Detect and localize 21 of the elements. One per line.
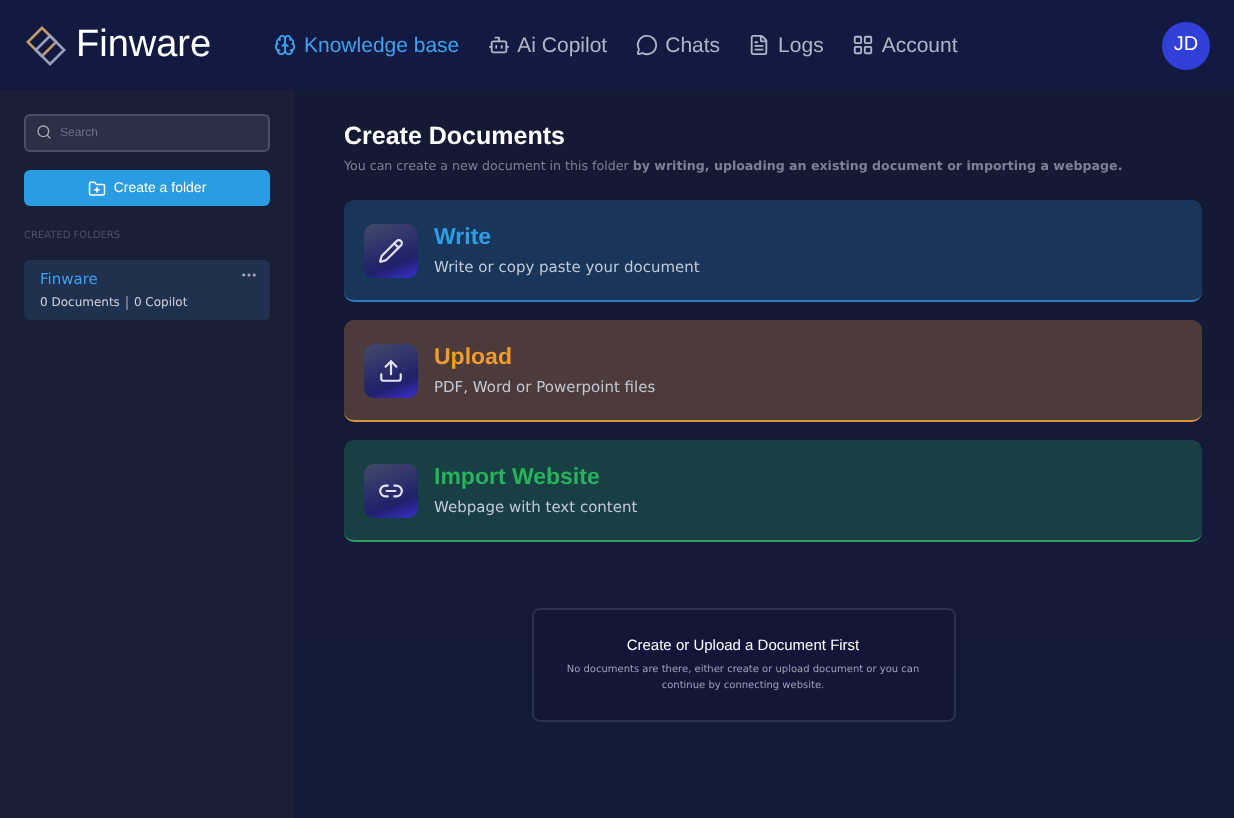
nav-tab[interactable]: Account xyxy=(851,33,958,57)
nav-tab[interactable]: Knowledge base xyxy=(274,33,460,57)
nav-tab[interactable]: Chats xyxy=(635,33,721,57)
folder-plus-icon xyxy=(87,179,106,197)
brand-name: Finware xyxy=(76,23,212,67)
logo-icon xyxy=(24,23,68,67)
chat-icon xyxy=(635,34,658,56)
nav-tab[interactable]: Ai Copilot xyxy=(487,33,608,57)
option-title: Write xyxy=(434,225,494,249)
nav-tab[interactable]: Logs xyxy=(748,33,824,57)
page-title: Create Documents xyxy=(344,122,567,150)
grid-icon xyxy=(851,34,874,56)
option-title: Import Website xyxy=(434,465,602,489)
option-title: Upload xyxy=(434,345,514,369)
brain-icon xyxy=(274,34,296,56)
document-icon xyxy=(748,34,771,56)
upload-icon xyxy=(378,357,404,383)
robot-icon xyxy=(487,34,510,56)
pencil-icon xyxy=(378,237,404,263)
search-icon xyxy=(36,124,52,140)
user-avatar[interactable]: JD xyxy=(1162,21,1210,69)
